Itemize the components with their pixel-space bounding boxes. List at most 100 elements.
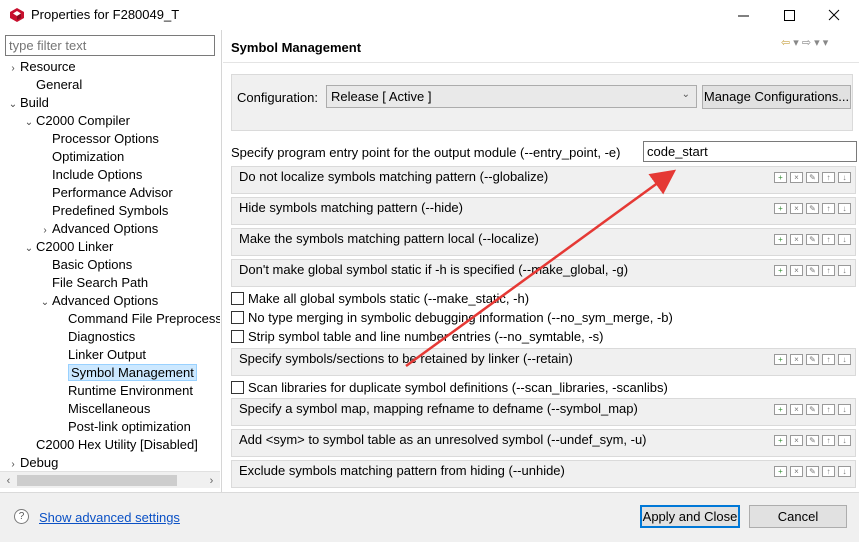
tree-item[interactable]: Basic Options	[38, 256, 132, 274]
view-menu-icon[interactable]: ▾	[823, 37, 829, 49]
move-up-icon[interactable]: ↑	[822, 354, 835, 365]
edit-icon[interactable]: ✎	[806, 404, 819, 415]
edit-icon[interactable]: ✎	[806, 466, 819, 477]
checkbox-option[interactable]: No type merging in symbolic debugging in…	[231, 309, 673, 327]
entry-point-input[interactable]	[643, 141, 857, 162]
move-down-icon[interactable]: ↓	[838, 234, 851, 245]
delete-icon[interactable]: ×	[790, 234, 803, 245]
delete-icon[interactable]: ×	[790, 354, 803, 365]
move-up-icon[interactable]: ↑	[822, 404, 835, 415]
move-down-icon[interactable]: ↓	[838, 265, 851, 276]
manage-configurations-button[interactable]: Manage Configurations...	[702, 85, 851, 109]
tree-item[interactable]: › Debug	[6, 454, 58, 470]
add-icon[interactable]: +	[774, 466, 787, 477]
tree-item[interactable]: Post-link optimization	[54, 418, 191, 436]
tree-item[interactable]: ⌄ Build	[6, 94, 49, 112]
expand-toggle-icon[interactable]: ›	[6, 60, 20, 78]
add-icon[interactable]: +	[774, 203, 787, 214]
tree-item[interactable]: Command File Preprocessing	[54, 310, 220, 328]
tree-item[interactable]: Optimization	[38, 148, 124, 166]
delete-icon[interactable]: ×	[790, 172, 803, 183]
move-down-icon[interactable]: ↓	[838, 354, 851, 365]
back-arrow-icon[interactable]: ⇦	[781, 37, 790, 49]
move-down-icon[interactable]: ↓	[838, 435, 851, 446]
expand-toggle-icon[interactable]: ⌄	[22, 114, 36, 132]
edit-icon[interactable]: ✎	[806, 265, 819, 276]
page-navigation[interactable]: ⇦ ▾ ⇨ ▾ ▾	[781, 36, 828, 49]
add-icon[interactable]: +	[774, 404, 787, 415]
scroll-left-icon[interactable]: ‹	[0, 472, 17, 489]
add-icon[interactable]: +	[774, 354, 787, 365]
delete-icon[interactable]: ×	[790, 466, 803, 477]
checkbox-option[interactable]: Scan libraries for duplicate symbol defi…	[231, 379, 668, 397]
scroll-right-icon[interactable]: ›	[203, 472, 220, 489]
tree-item[interactable]: C2000 Hex Utility [Disabled]	[22, 436, 198, 454]
tree-item[interactable]: Linker Output	[54, 346, 146, 364]
move-down-icon[interactable]: ↓	[838, 203, 851, 214]
edit-icon[interactable]: ✎	[806, 234, 819, 245]
tree-item[interactable]: Performance Advisor	[38, 184, 173, 202]
delete-icon[interactable]: ×	[790, 203, 803, 214]
move-down-icon[interactable]: ↓	[838, 466, 851, 477]
tree-item[interactable]: Miscellaneous	[54, 400, 150, 418]
tree-item[interactable]: › Resource	[6, 58, 75, 78]
checkbox-option[interactable]: Make all global symbols static (--make_s…	[231, 290, 529, 308]
tree-item[interactable]: File Search Path	[38, 274, 148, 292]
scrollbar-thumb[interactable]	[17, 475, 177, 486]
delete-icon[interactable]: ×	[790, 265, 803, 276]
chevron-down-icon[interactable]: ▾	[793, 37, 799, 49]
move-up-icon[interactable]: ↑	[822, 203, 835, 214]
tree-item[interactable]: Runtime Environment	[54, 382, 193, 400]
cancel-button[interactable]: Cancel	[749, 505, 847, 528]
list-toolbar: + × ✎ ↑ ↓	[774, 466, 851, 477]
tree-item[interactable]: Symbol Management	[54, 364, 197, 382]
tree-item[interactable]: Predefined Symbols	[38, 202, 168, 220]
tree-item[interactable]: General	[22, 76, 82, 94]
edit-icon[interactable]: ✎	[806, 172, 819, 183]
help-icon[interactable]: ?	[14, 509, 29, 524]
maximize-button[interactable]	[767, 0, 811, 30]
move-up-icon[interactable]: ↑	[822, 234, 835, 245]
move-up-icon[interactable]: ↑	[822, 172, 835, 183]
apply-and-close-button[interactable]: Apply and Close	[640, 505, 740, 528]
delete-icon[interactable]: ×	[790, 435, 803, 446]
checkbox[interactable]	[231, 292, 244, 305]
tree-item[interactable]: ⌄ Advanced Options	[38, 292, 158, 310]
add-icon[interactable]: +	[774, 265, 787, 276]
tree-item[interactable]: Processor Options	[38, 130, 159, 148]
add-icon[interactable]: +	[774, 435, 787, 446]
move-down-icon[interactable]: ↓	[838, 404, 851, 415]
horizontal-scrollbar[interactable]: ‹ ›	[0, 471, 220, 488]
minimize-button[interactable]	[721, 0, 765, 30]
move-up-icon[interactable]: ↑	[822, 265, 835, 276]
close-button[interactable]	[812, 0, 856, 30]
expand-toggle-icon[interactable]: ⌄	[6, 96, 20, 114]
list-toolbar: + × ✎ ↑ ↓	[774, 234, 851, 245]
expand-toggle-icon[interactable]: ⌄	[38, 294, 52, 312]
tree-item[interactable]: Diagnostics	[54, 328, 135, 346]
edit-icon[interactable]: ✎	[806, 354, 819, 365]
delete-icon[interactable]: ×	[790, 404, 803, 415]
checkbox-option[interactable]: Strip symbol table and line number entri…	[231, 328, 603, 346]
add-icon[interactable]: +	[774, 234, 787, 245]
tree-item[interactable]: ⌄ C2000 Linker	[22, 238, 114, 258]
filter-input[interactable]	[5, 35, 215, 56]
tree-item[interactable]: › Advanced Options	[38, 220, 158, 238]
expand-toggle-icon[interactable]: ⌄	[22, 240, 36, 258]
move-down-icon[interactable]: ↓	[838, 172, 851, 183]
edit-icon[interactable]: ✎	[806, 203, 819, 214]
configuration-select[interactable]: Release [ Active ] ⌄	[326, 85, 697, 108]
show-advanced-settings-link[interactable]: Show advanced settings	[39, 510, 180, 525]
move-up-icon[interactable]: ↑	[822, 466, 835, 477]
add-icon[interactable]: +	[774, 172, 787, 183]
chevron-down-icon[interactable]: ▾	[814, 37, 820, 49]
expand-toggle-icon[interactable]: ›	[6, 456, 20, 470]
checkbox[interactable]	[231, 330, 244, 343]
forward-arrow-icon[interactable]: ⇨	[802, 37, 811, 49]
checkbox[interactable]	[231, 311, 244, 324]
tree-item[interactable]: ⌄ C2000 Compiler	[22, 112, 130, 130]
move-up-icon[interactable]: ↑	[822, 435, 835, 446]
checkbox[interactable]	[231, 381, 244, 394]
edit-icon[interactable]: ✎	[806, 435, 819, 446]
tree-item[interactable]: Include Options	[38, 166, 142, 184]
